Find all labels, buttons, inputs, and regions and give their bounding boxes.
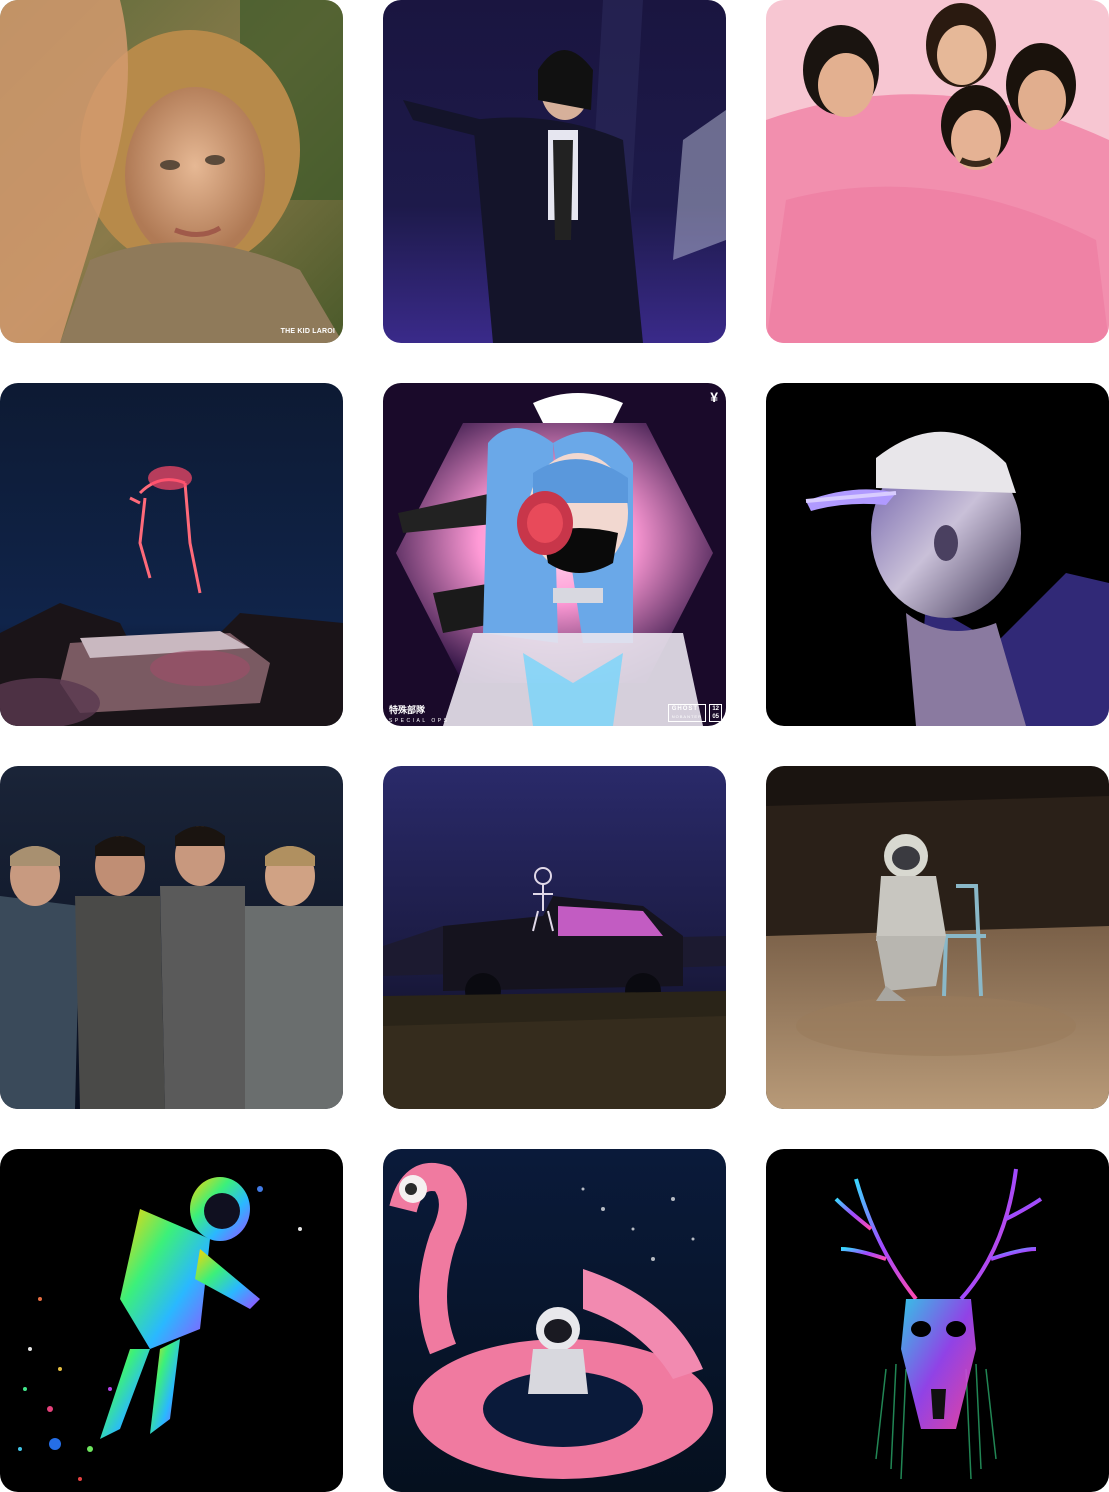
kid-laroi-artwork <box>0 0 343 343</box>
album-title-japanese: 特殊部隊 <box>389 705 426 715</box>
album-tile-band-portrait[interactable] <box>0 766 343 1109</box>
album-caption: THE KID LAROI <box>280 328 335 335</box>
issue-number-bottom: 05 <box>712 714 719 720</box>
skeleton-car-artwork <box>383 766 726 1109</box>
special-ops-artwork <box>383 383 726 726</box>
album-tile-neon-stag[interactable] <box>766 1149 1109 1492</box>
album-tile-flamingo-float[interactable] <box>383 1149 726 1492</box>
ghost-badge-sub: NOBANTER <box>671 714 702 719</box>
album-subtitle: SPECIAL OPS <box>389 718 450 724</box>
mannequin-artwork <box>766 383 1109 726</box>
neon-stag-artwork <box>766 1149 1109 1492</box>
album-art-grid: THE KID LAROI ¥ 特殊部隊 SPECIAL OPS GHOST N… <box>0 0 1109 1492</box>
performer-artwork <box>383 0 726 343</box>
ghost-badge: GHOST NOBANTER <box>667 704 706 722</box>
ghost-badge-label: GHOST <box>671 706 699 712</box>
pink-band-artwork <box>766 0 1109 343</box>
band-portrait-artwork <box>0 766 343 1109</box>
rainbow-astronaut-artwork <box>0 1149 343 1492</box>
flamingo-float-artwork <box>383 1149 726 1492</box>
floating-skeleton-artwork <box>0 383 343 726</box>
astronaut-chair-artwork <box>766 766 1109 1109</box>
album-tile-pink-band[interactable] <box>766 0 1109 343</box>
album-tile-floating-skeleton[interactable] <box>0 383 343 726</box>
album-tile-kid-laroi[interactable]: THE KID LAROI <box>0 0 343 343</box>
album-tile-skeleton-car[interactable] <box>383 766 726 1109</box>
album-tile-performer[interactable] <box>383 0 726 343</box>
album-tile-special-ops[interactable]: ¥ 特殊部隊 SPECIAL OPS GHOST NOBANTER 12 05 <box>383 383 726 726</box>
album-tile-astronaut-chair[interactable] <box>766 766 1109 1109</box>
issue-number-top: 12 <box>712 706 719 712</box>
brand-mark: ¥ <box>710 389 718 405</box>
issue-number: 12 05 <box>709 704 722 722</box>
album-tile-mannequin[interactable] <box>766 383 1109 726</box>
album-tile-rainbow-astronaut[interactable] <box>0 1149 343 1492</box>
